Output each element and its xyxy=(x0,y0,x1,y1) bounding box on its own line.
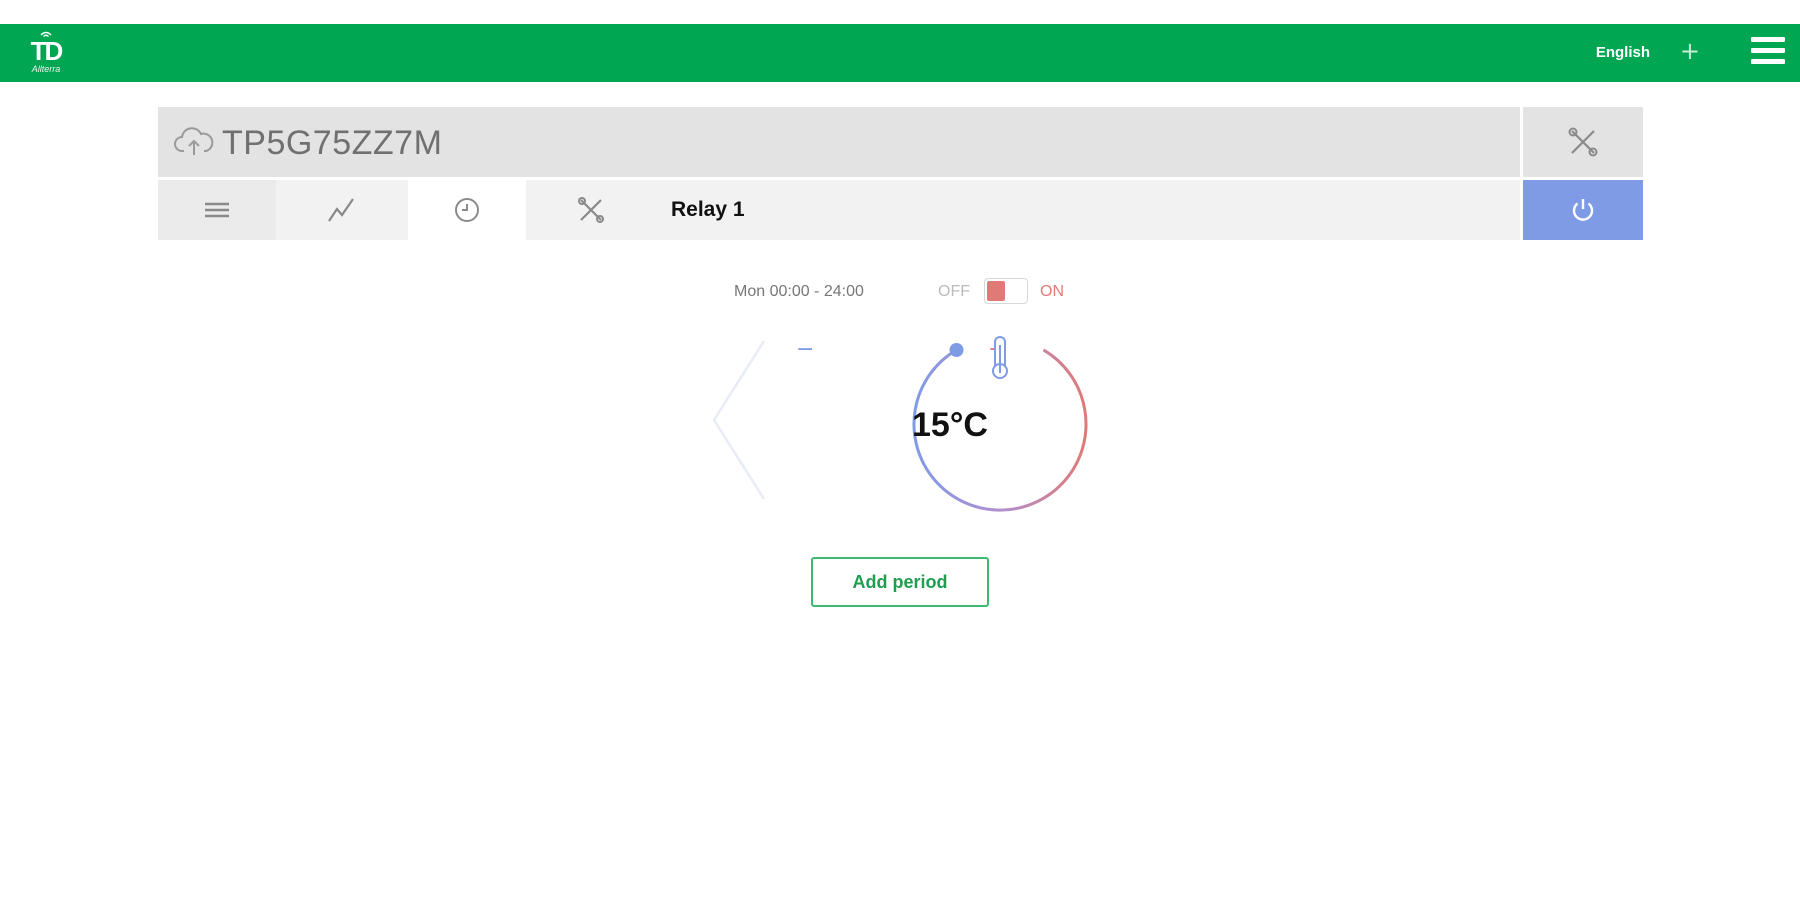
list-icon xyxy=(205,202,229,218)
language-selector[interactable]: English xyxy=(1596,43,1650,63)
top-bar: TD Allterra English + xyxy=(0,24,1800,82)
tab-chart[interactable] xyxy=(282,180,400,240)
chevron-left-icon[interactable] xyxy=(700,335,770,505)
device-settings-button[interactable] xyxy=(1523,107,1643,177)
toggle-knob xyxy=(987,281,1005,301)
device-header: TP5G75ZZ7M xyxy=(158,107,1520,177)
chart-icon xyxy=(328,198,354,222)
toggle-off-label: OFF xyxy=(938,283,970,300)
clock-icon xyxy=(455,198,479,222)
thermostat-dial-area: − + 15°C xyxy=(700,335,1100,535)
temperature-value: 15°C xyxy=(912,406,988,444)
tab-tools[interactable] xyxy=(532,180,650,240)
power-icon xyxy=(1572,199,1594,221)
tools-icon xyxy=(578,197,604,223)
tab-bar: Relay 1 xyxy=(158,180,1520,240)
power-button[interactable] xyxy=(1523,180,1643,240)
tab-schedule[interactable] xyxy=(408,180,526,240)
wifi-icon xyxy=(40,31,52,38)
period-toggle[interactable] xyxy=(984,278,1028,304)
cloud-upload-icon xyxy=(174,127,214,155)
logo-subtext: Allterra xyxy=(31,64,61,74)
tools-icon xyxy=(1568,127,1598,157)
menu-icon[interactable] xyxy=(1751,37,1785,69)
relay-label: Relay 1 xyxy=(671,198,745,221)
thermometer-icon xyxy=(992,336,1008,379)
logo-mark: TD xyxy=(30,36,64,66)
add-period-button[interactable]: Add period xyxy=(811,557,989,607)
tab-list[interactable] xyxy=(158,180,276,240)
logo[interactable]: TD Allterra xyxy=(20,30,72,78)
device-name: TP5G75ZZ7M xyxy=(222,124,443,162)
schedule-period-row: Mon 00:00 - 24:00 OFF ON xyxy=(700,278,1100,308)
toggle-on-label: ON xyxy=(1040,283,1064,300)
add-device-button[interactable]: + xyxy=(1680,39,1700,63)
period-time: Mon 00:00 - 24:00 xyxy=(734,283,864,300)
